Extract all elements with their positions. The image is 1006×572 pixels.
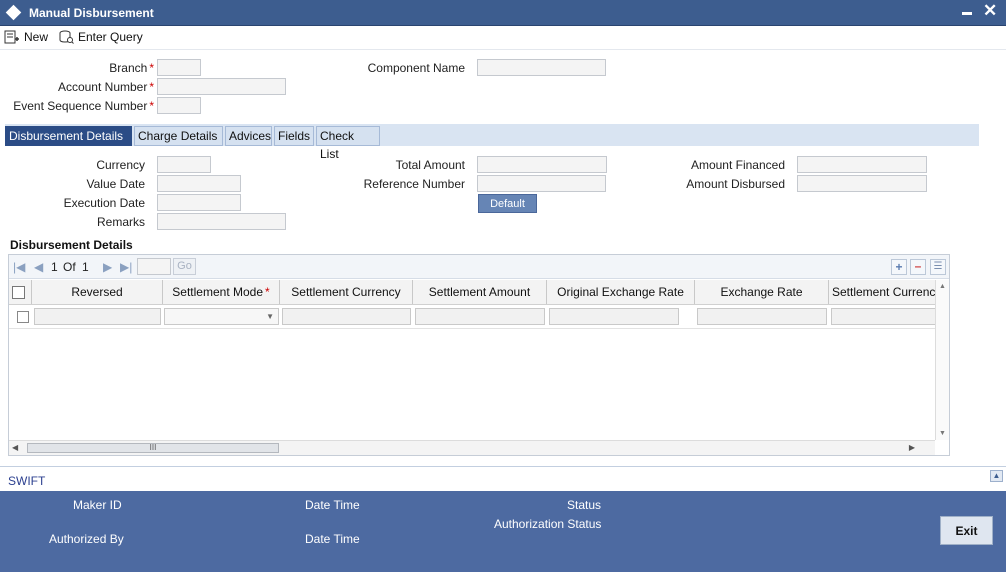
branch-label: Branch *	[109, 61, 154, 75]
remarks-label: Remarks	[96, 215, 145, 229]
prev-page-icon[interactable]: ◀	[34, 260, 43, 274]
window-title-bar: Manual Disbursement ✕	[0, 0, 1006, 26]
window-title: Manual Disbursement	[29, 6, 154, 20]
reference-number-label: Reference Number	[363, 177, 465, 191]
close-icon[interactable]: ✕	[983, 2, 997, 19]
page-of-label: Of	[63, 260, 76, 274]
grid-header-row: Reversed Settlement Mode * Settlement Cur…	[9, 280, 935, 305]
add-row-icon[interactable]: +	[891, 259, 907, 275]
grid-section-title: Disbursement Details	[10, 238, 133, 252]
settlement-amount-cell[interactable]	[415, 308, 545, 325]
event-sequence-number-label: Event Sequence Number *	[13, 99, 154, 113]
exchange-rate-cell[interactable]	[697, 308, 827, 325]
event-sequence-number-input[interactable]	[157, 97, 201, 114]
component-name-input[interactable]	[477, 59, 606, 76]
status-label: Status	[567, 498, 602, 512]
audit-footer	[0, 491, 1006, 572]
collapse-icon[interactable]: ▲	[990, 470, 1003, 482]
scroll-thumb[interactable]: III	[27, 443, 279, 453]
scroll-down-icon[interactable]: ▼	[939, 430, 946, 437]
amount-disbursed-input[interactable]	[797, 175, 927, 192]
column-header-original-exchange-rate[interactable]: Original Exchange Rate	[547, 280, 695, 304]
swift-link[interactable]: SWIFT	[8, 474, 45, 488]
column-header-settlement-currency-2[interactable]: Settlement Currency	[829, 280, 935, 304]
branch-input[interactable]	[157, 59, 201, 76]
select-all-checkbox[interactable]	[12, 286, 25, 299]
column-header-exchange-rate[interactable]: Exchange Rate	[695, 280, 829, 304]
column-header-settlement-currency[interactable]: Settlement Currency	[280, 280, 413, 304]
enter-query-button-label: Enter Query	[78, 30, 143, 44]
table-row: ▼	[9, 305, 935, 329]
disbursement-grid: |◀ ◀ 1 Of 1 ▶ ▶| Go + – ☰ Reversed Settl…	[8, 254, 950, 456]
app-diamond-icon	[5, 4, 22, 21]
component-name-label: Component Name	[367, 61, 465, 75]
settlement-currency-2-cell[interactable]	[831, 308, 935, 325]
account-number-label: Account Number *	[57, 80, 154, 94]
last-page-icon[interactable]: ▶|	[120, 260, 132, 274]
currency-input[interactable]	[157, 156, 211, 173]
default-button[interactable]: Default	[478, 194, 537, 213]
new-button[interactable]: New	[4, 28, 48, 46]
row-select-checkbox[interactable]	[17, 311, 29, 323]
page-number-input[interactable]	[137, 258, 171, 275]
vertical-scrollbar[interactable]: ▲ ▼	[935, 280, 949, 440]
settlement-currency-cell[interactable]	[282, 308, 411, 325]
tab-bar: Disbursement Details Charge Details Advi…	[5, 124, 979, 161]
account-number-input[interactable]	[157, 78, 286, 95]
tab-charge-details[interactable]: Charge Details	[134, 126, 223, 146]
date-time-label: Date Time	[305, 498, 360, 512]
amount-disbursed-label: Amount Disbursed	[686, 177, 785, 191]
original-exchange-rate-cell[interactable]	[549, 308, 679, 325]
date-time-label-2: Date Time	[305, 532, 360, 546]
currency-label: Currency	[96, 158, 145, 172]
next-page-icon[interactable]: ▶	[103, 260, 112, 274]
execution-date-input[interactable]	[157, 194, 241, 211]
query-database-icon	[59, 30, 74, 44]
column-header-settlement-mode[interactable]: Settlement Mode *	[163, 280, 280, 304]
total-amount-label: Total Amount	[395, 158, 465, 172]
value-date-input[interactable]	[157, 175, 241, 192]
amount-financed-input[interactable]	[797, 156, 927, 173]
single-view-icon[interactable]: ☰	[930, 259, 946, 275]
tab-disbursement-details[interactable]: Disbursement Details	[5, 126, 132, 146]
minimize-icon[interactable]	[962, 12, 972, 15]
authorization-status-label: Authorization Status	[494, 517, 602, 531]
new-record-icon	[4, 30, 19, 44]
chevron-down-icon: ▼	[266, 312, 274, 321]
settlement-mode-select[interactable]: ▼	[164, 308, 279, 325]
reference-number-input[interactable]	[477, 175, 606, 192]
toolbar: New Enter Query	[0, 26, 1006, 50]
authorized-by-label: Authorized By	[49, 532, 124, 546]
tab-check-list[interactable]: Check List	[316, 126, 380, 161]
scroll-up-icon[interactable]: ▲	[939, 283, 946, 290]
exit-button[interactable]: Exit	[940, 516, 993, 545]
reversed-cell[interactable]	[34, 308, 161, 325]
remarks-input[interactable]	[157, 213, 286, 230]
column-header-reversed[interactable]: Reversed	[31, 280, 163, 304]
first-page-icon[interactable]: |◀	[13, 260, 25, 274]
horizontal-scrollbar[interactable]: ◀ III ▶	[9, 440, 935, 455]
swift-bar: SWIFT ▲	[0, 466, 1006, 491]
enter-query-button[interactable]: Enter Query	[58, 28, 143, 46]
scroll-right-icon[interactable]: ▶	[909, 443, 915, 452]
total-amount-input[interactable]	[477, 156, 607, 173]
execution-date-label: Execution Date	[63, 196, 145, 210]
value-date-label: Value Date	[86, 177, 145, 191]
tab-fields[interactable]: Fields	[274, 126, 314, 146]
maker-id-label: Maker ID	[73, 498, 122, 512]
page-total: 1	[82, 260, 89, 274]
column-header-settlement-amount[interactable]: Settlement Amount	[413, 280, 547, 304]
delete-row-icon[interactable]: –	[910, 259, 926, 275]
page-current: 1	[51, 260, 58, 274]
new-button-label: New	[24, 30, 49, 44]
grid-pagination-bar: |◀ ◀ 1 Of 1 ▶ ▶| Go + – ☰	[9, 255, 949, 279]
tab-advices[interactable]: Advices	[225, 126, 272, 146]
amount-financed-label: Amount Financed	[690, 158, 785, 172]
scroll-left-icon[interactable]: ◀	[12, 443, 18, 452]
go-button[interactable]: Go	[173, 258, 196, 275]
